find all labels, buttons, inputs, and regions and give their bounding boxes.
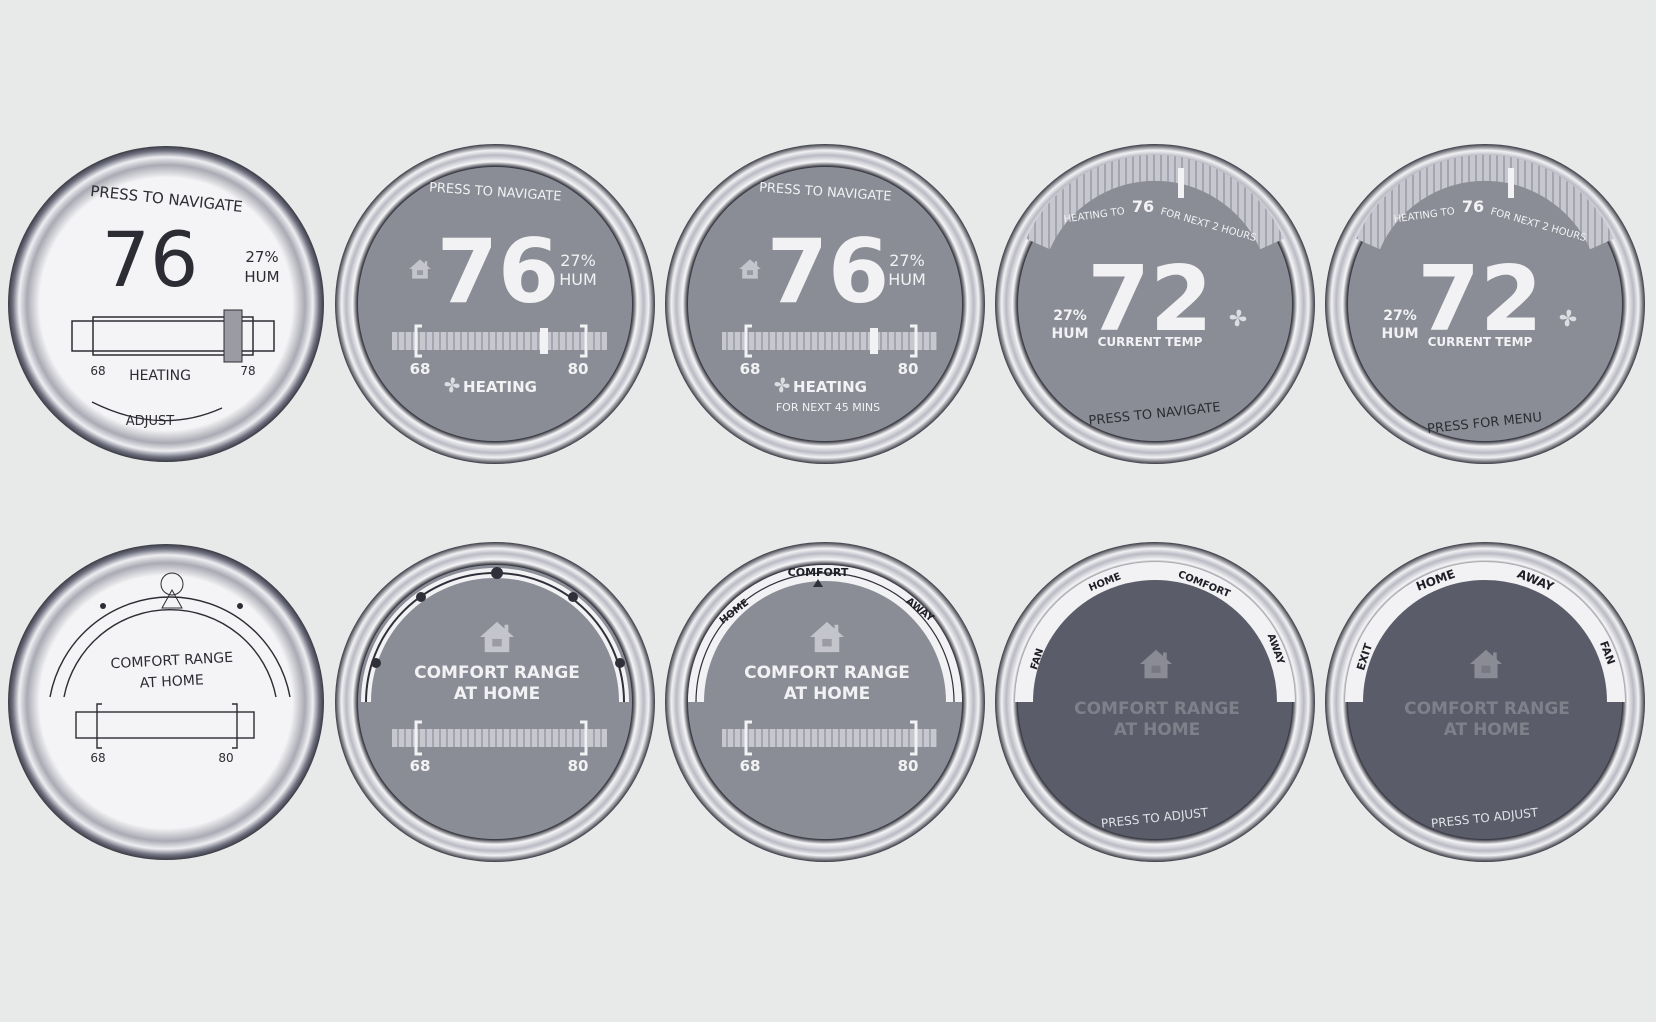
menu-item-comfort[interactable]: COMFORT [788, 566, 849, 579]
thermostat-screen-heating-timer[interactable]: PRESS TO NAVIGATE 76 27% HUM 68 80 HEATI… [665, 144, 985, 464]
sketch-humidity: 27% [245, 248, 278, 266]
sketch-title-2: AT HOME [139, 672, 204, 691]
humidity-label: HUM [559, 270, 597, 289]
temp-range-slider[interactable] [722, 332, 937, 350]
mockup-canvas: PRESS TO NAVIGATE 76 27% HUM 68 HEATING … [8, 144, 1645, 862]
temp-range-slider[interactable] [722, 729, 937, 747]
title-line-2: AT HOME [1114, 720, 1201, 740]
humidity-label: HUM [888, 270, 926, 289]
sketch-display-navigate: PRESS TO NAVIGATE 76 27% HUM 68 HEATING … [8, 146, 324, 462]
current-temp: 76 [767, 220, 889, 323]
thermostat-screen-menu-prompt[interactable]: HEATING TO 76 FOR NEXT 2 HOURS 72 CURREN… [1325, 144, 1645, 464]
humidity-label: HUM [1051, 326, 1088, 342]
menu-dot-active[interactable] [491, 567, 503, 579]
target-marker [1178, 168, 1184, 198]
sketch-low: 68 [90, 364, 105, 378]
sketch-display-comfort: COMFORT RANGE AT HOME 68 80 [8, 544, 324, 860]
title-line-1: COMFORT RANGE [414, 663, 580, 683]
thermostat-screen-heating[interactable]: PRESS TO NAVIGATE 76 27% HUM 68 80 HEATI… [335, 144, 655, 464]
range-low: 68 [740, 757, 761, 775]
range-low: 68 [410, 360, 431, 378]
menu-dot[interactable] [416, 592, 426, 602]
mode-label: HEATING [793, 378, 867, 396]
target-marker [1508, 168, 1514, 198]
current-temp-label: CURRENT TEMP [1098, 335, 1203, 349]
current-temp-label: CURRENT TEMP [1428, 335, 1533, 349]
sketch-humidity-label: HUM [244, 268, 279, 286]
thermostat-screen-dimmed-menu[interactable]: FAN HOME COMFORT AWAY COMFORT RANGE AT H… [995, 542, 1315, 862]
menu-dot[interactable] [615, 658, 625, 668]
mode-duration: FOR NEXT 45 MINS [776, 401, 880, 414]
title-line-2: AT HOME [1444, 720, 1531, 740]
target-temp: 76 [1132, 197, 1154, 216]
sketch-high: 80 [218, 751, 233, 765]
current-temp: 76 [437, 220, 559, 323]
title-line-2: AT HOME [784, 684, 871, 704]
mode-label: HEATING [463, 378, 537, 396]
sketch-temp: 76 [102, 215, 199, 304]
temp-range-slider[interactable] [392, 729, 607, 747]
setpoint-handle[interactable] [870, 328, 878, 354]
menu-dot[interactable] [568, 592, 578, 602]
temp-range-slider[interactable] [392, 332, 607, 350]
thermostat-screen-dimmed-menu-exit[interactable]: EXIT HOME AWAY FAN COMFORT RANGE AT HOME… [1325, 542, 1645, 862]
thermostat-screen-comfort-range[interactable]: COMFORT RANGE AT HOME 68 80 [335, 542, 655, 862]
thermostat-screen-comfort-menu[interactable]: COMFORT HOME AWAY COMFORT RANGE AT HOME … [665, 542, 985, 862]
range-high: 80 [898, 360, 919, 378]
menu-dot[interactable] [371, 658, 381, 668]
range-low: 68 [410, 757, 431, 775]
range-high: 80 [568, 757, 589, 775]
humidity-label: HUM [1381, 326, 1418, 342]
title-line-1: COMFORT RANGE [1404, 699, 1570, 719]
humidity-value: 27% [560, 251, 596, 270]
thermostat-screen-current-temp[interactable]: HEATING TO 76 FOR NEXT 2 HOURS 72 CURREN… [995, 144, 1315, 464]
humidity-value: 27% [889, 251, 925, 270]
humidity-value: 27% [1383, 308, 1417, 324]
sketch-high: 78 [240, 364, 255, 378]
humidity-value: 27% [1053, 308, 1087, 324]
range-high: 80 [898, 757, 919, 775]
title-line-1: COMFORT RANGE [744, 663, 910, 683]
range-high: 80 [568, 360, 589, 378]
title-line-1: COMFORT RANGE [1074, 699, 1240, 719]
setpoint-handle[interactable] [540, 328, 548, 354]
title-line-2: AT HOME [454, 684, 541, 704]
range-low: 68 [740, 360, 761, 378]
target-temp: 76 [1462, 197, 1484, 216]
sketch-low: 68 [90, 751, 105, 765]
sketch-mode: HEATING [129, 368, 191, 384]
sketch-adjust: ADJUST [126, 414, 175, 429]
